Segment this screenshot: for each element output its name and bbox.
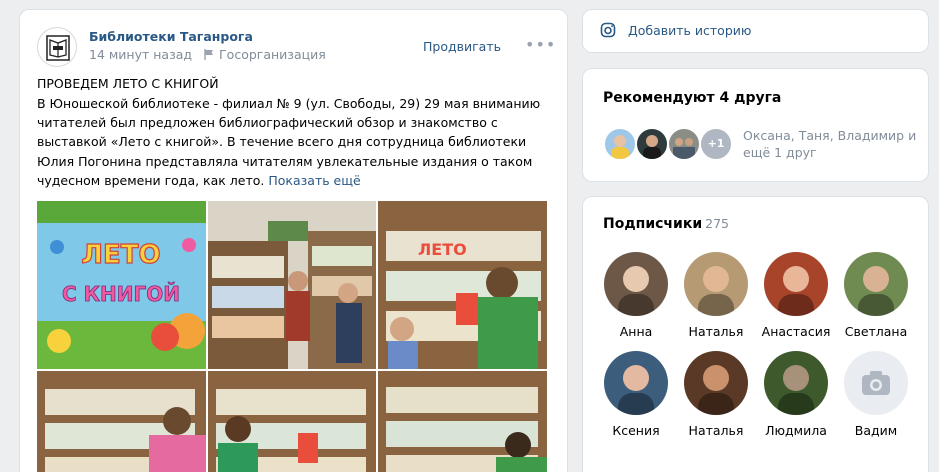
add-story-label[interactable]: Добавить историю [628, 23, 751, 38]
subscriber-name[interactable]: Вадим [836, 423, 916, 438]
subscriber-avatar[interactable] [764, 252, 828, 316]
subscriber-avatar[interactable] [764, 351, 828, 415]
subscriber-avatar[interactable] [844, 252, 908, 316]
subscriber-avatar[interactable] [604, 252, 668, 316]
subscriber-item[interactable]: Наталья [676, 351, 756, 438]
flag-icon [204, 49, 214, 60]
camera-icon [600, 22, 616, 38]
org-badge: Госорганизация [219, 47, 326, 62]
subscriber-item[interactable]: Ксения [596, 351, 676, 438]
subscribers-count: 275 [705, 216, 730, 231]
photo-banner-subtitle: С КНИГОЙ [62, 282, 180, 306]
subscriber-avatar[interactable] [684, 252, 748, 316]
subscriber-item[interactable]: Анастасия [756, 252, 836, 339]
post-photo[interactable]: ЛЕТО [378, 201, 547, 369]
subscribers-card: Подписчики 275 Анна Наталья Анастасия Светла… [582, 196, 929, 472]
post-photo[interactable]: ЛЕТО С КНИГОЙ [37, 201, 206, 369]
subscriber-name[interactable]: Наталья [676, 423, 756, 438]
subscriber-name[interactable]: Ксения [596, 423, 676, 438]
post-photo[interactable] [37, 371, 206, 472]
post-title: ПРОВЕДЕМ ЛЕТО С КНИГОЙ [37, 76, 219, 91]
recommend-names: Оксана, Таня, Владимир и ещё 1 друг [743, 128, 917, 160]
subscriber-name[interactable]: Людмила [756, 423, 836, 438]
recommend-card: Рекомендуют 4 друга +1 Оксана, Таня, Вла… [582, 68, 929, 182]
post-photo[interactable] [208, 371, 376, 472]
subscribers-title[interactable]: Подписчики 275 [603, 216, 729, 232]
subscriber-avatar[interactable] [684, 351, 748, 415]
subscriber-item[interactable]: Людмила [756, 351, 836, 438]
subscriber-name[interactable]: Анастасия [756, 324, 836, 339]
add-story-card[interactable]: Добавить историю [582, 9, 929, 53]
subscriber-name[interactable]: Наталья [676, 324, 756, 339]
recommend-title[interactable]: Рекомендуют 4 друга [603, 90, 781, 106]
subscriber-name[interactable]: Анна [596, 324, 676, 339]
camera-placeholder-icon[interactable] [844, 351, 908, 415]
more-friends-badge[interactable]: +1 [699, 127, 733, 161]
friend-avatar[interactable] [635, 127, 669, 161]
subscriber-item[interactable]: Вадим [836, 351, 916, 438]
subscriber-item[interactable]: Наталья [676, 252, 756, 339]
show-more-link[interactable]: Показать ещё [268, 173, 360, 188]
post-text: В Юношеской библиотеке - филиал № 9 (ул.… [37, 94, 547, 190]
post-author[interactable]: Библиотеки Таганрога [89, 29, 253, 44]
subscriber-item[interactable]: Анна [596, 252, 676, 339]
more-options-icon[interactable]: ••• [525, 35, 556, 54]
subscribers-label: Подписчики [603, 216, 703, 232]
subscriber-name[interactable]: Светлана [836, 324, 916, 339]
post-card: Библиотеки Таганрога 14 минут назад Госор… [19, 9, 568, 472]
subscriber-avatar[interactable] [604, 351, 668, 415]
shelf-sign: ЛЕТО [418, 240, 467, 259]
promote-button[interactable]: Продвигать [423, 39, 501, 54]
friend-avatar[interactable] [667, 127, 701, 161]
photo-banner-title: ЛЕТО [81, 240, 160, 270]
subscriber-item[interactable]: Светлана [836, 252, 916, 339]
post-photo[interactable] [208, 201, 376, 369]
post-header: Библиотеки Таганрога 14 минут назад Госор… [37, 27, 557, 67]
post-photo[interactable] [378, 371, 547, 472]
friend-avatar[interactable] [603, 127, 637, 161]
community-avatar[interactable] [37, 27, 77, 67]
post-meta: 14 минут назад Госорганизация [89, 47, 326, 62]
post-time[interactable]: 14 минут назад [89, 47, 192, 62]
